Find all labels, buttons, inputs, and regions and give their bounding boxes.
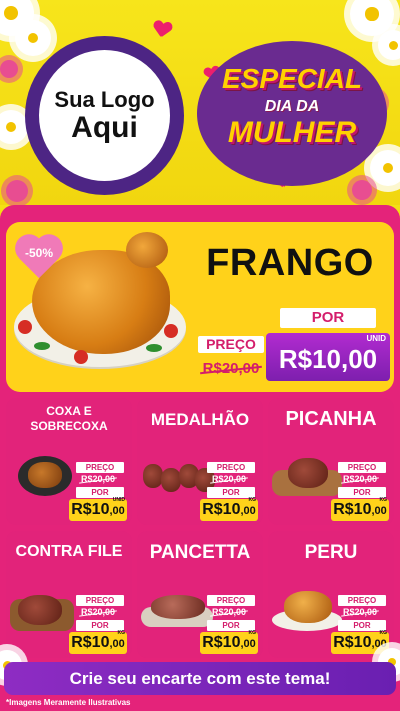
product-card: PICANHA PREÇO R$20,00 POR R$10,00 KG	[268, 398, 394, 525]
badge-line-1: ESPECIAL	[221, 63, 363, 94]
logo-line-2: Aqui	[71, 110, 138, 144]
featured-price: UNID R$10,00	[266, 333, 390, 381]
product-card: CONTRA FILE PREÇO R$20,00 POR R$10,00 KG	[6, 531, 132, 658]
product-name: PANCETTA	[149, 542, 251, 563]
turkey-image	[272, 589, 344, 635]
footnote: *Imagens Meramente Ilustrativas	[6, 698, 131, 707]
pink-flower-icon	[6, 180, 28, 202]
featured-product-name: FRANGO	[206, 242, 374, 284]
daisy-icon	[15, 20, 51, 56]
logo-placeholder: Sua Logo Aqui	[25, 36, 184, 195]
discount-heart-badge: -50%	[14, 236, 64, 280]
pink-flower-icon	[0, 60, 18, 78]
hero-banner: Sua Logo Aqui ESPECIAL DIA DA MULHER	[0, 0, 400, 205]
product-card: PANCETTA PREÇO R$20,00 POR R$10,00 KG	[137, 531, 263, 658]
product-price: R$10,00 KG	[331, 630, 389, 654]
medallion-skewer-image	[143, 460, 215, 494]
product-price: R$10,00 KG	[200, 630, 258, 654]
product-name: PICANHA	[285, 408, 377, 430]
product-card: PERU PREÇO R$20,00 POR R$10,00 KG	[268, 531, 394, 658]
product-price: R$10,00 KG	[200, 497, 258, 521]
pancetta-image	[141, 593, 215, 629]
logo-line-1: Sua Logo	[54, 86, 155, 112]
daisy-icon	[0, 110, 28, 144]
product-card: COXA E SOBRECOXA PREÇO R$20,00 POR R$10,…	[6, 398, 132, 525]
product-name: CONTRA FILE	[15, 543, 123, 560]
contra-file-image	[10, 589, 80, 635]
product-name: COXA E SOBRECOXA	[30, 404, 108, 433]
cta-banner[interactable]: Crie seu encarte com este tema!	[4, 662, 396, 695]
heart-icon	[153, 20, 174, 40]
preco-label: PREÇO	[198, 336, 264, 353]
product-price: R$10,00 KG	[331, 497, 389, 521]
product-name: MEDALHÃO	[150, 410, 250, 429]
por-label: POR	[280, 308, 376, 328]
badge-line-2: DIA DA	[264, 98, 320, 115]
picanha-image	[272, 456, 346, 502]
unid-label: UNID	[366, 334, 386, 343]
footer-bar: *Imagens Meramente Ilustrativas	[0, 695, 400, 711]
discount-label: -50%	[24, 246, 53, 260]
old-price: R$20,00	[198, 360, 264, 378]
product-name: PERU	[304, 542, 358, 563]
product-card: MEDALHÃO PREÇO R$20,00 POR R$10,00 KG	[137, 398, 263, 525]
product-price: R$10,00 UNID	[69, 497, 127, 521]
womens-day-badge: ESPECIAL DIA DA MULHER	[192, 35, 392, 195]
product-price: R$10,00 KG	[69, 630, 127, 654]
badge-line-3: MULHER	[227, 116, 357, 149]
